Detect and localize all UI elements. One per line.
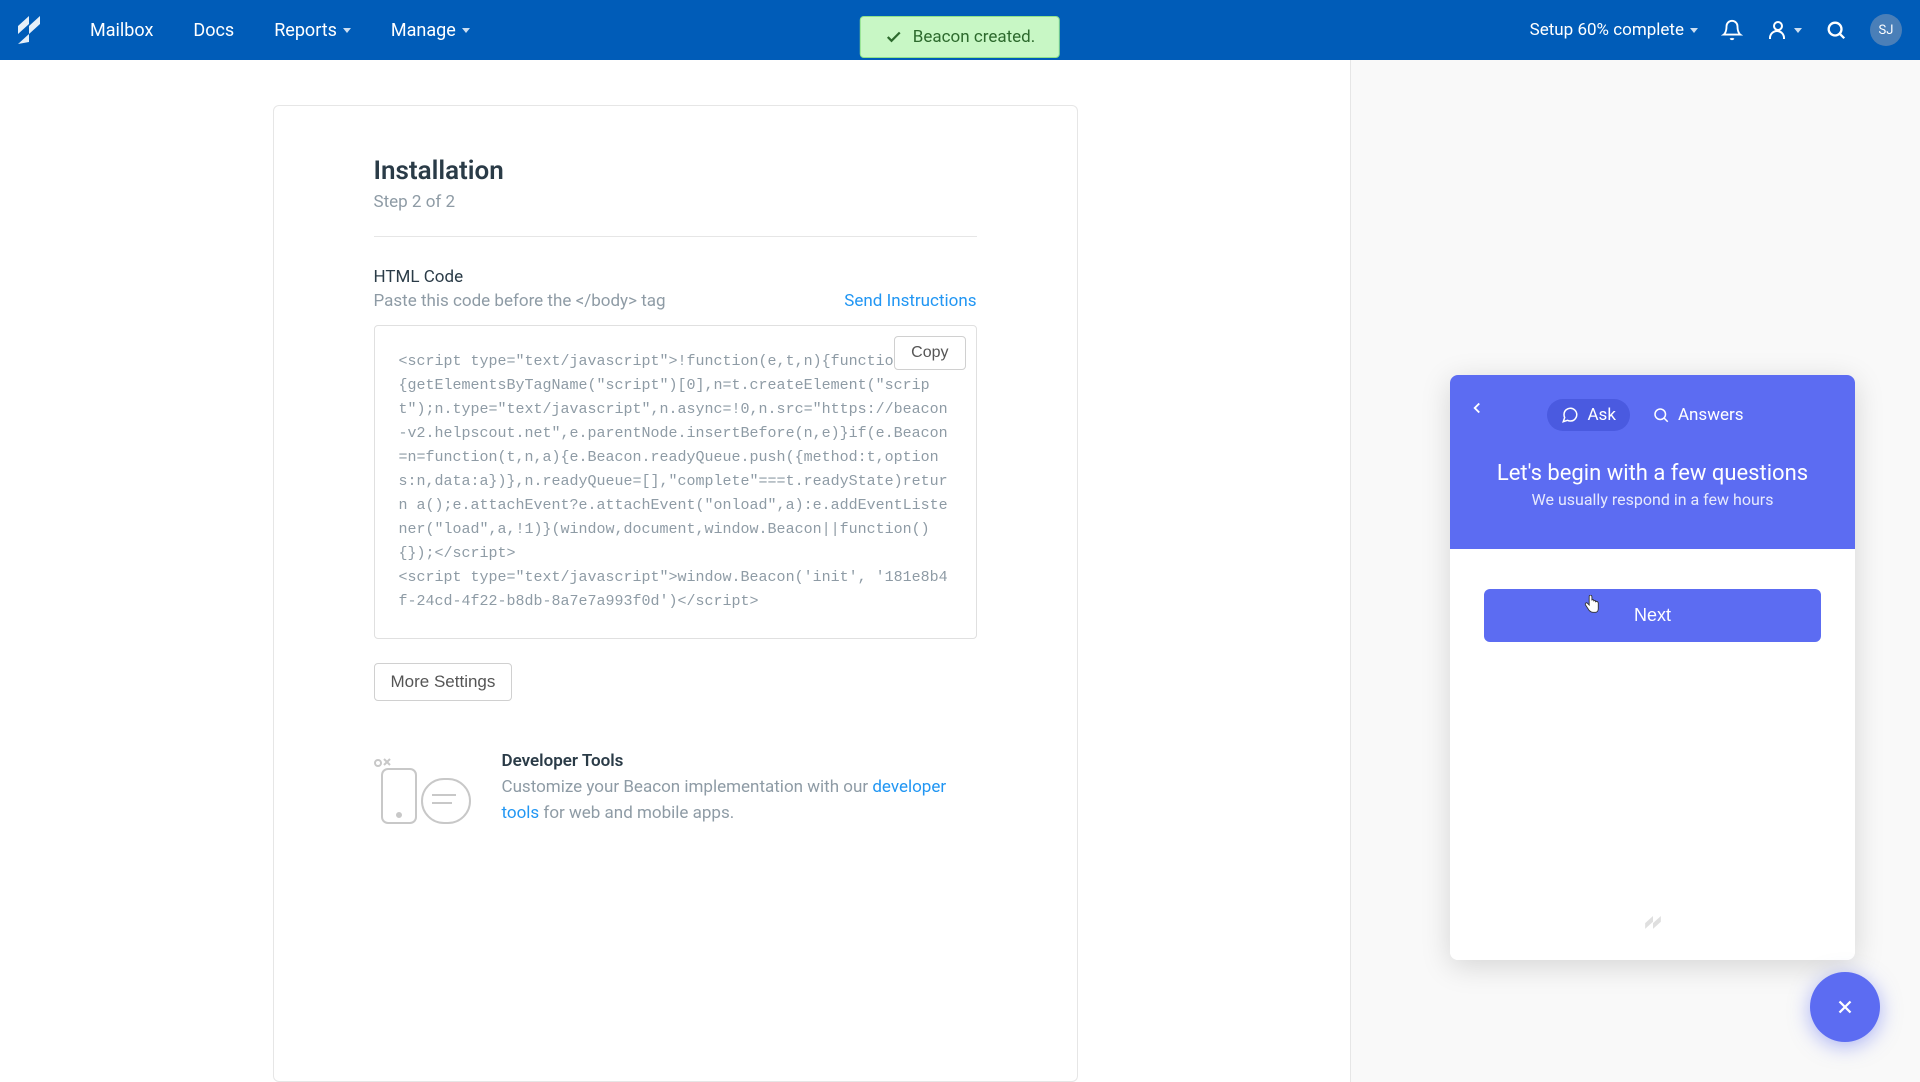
developer-tools-description: Customize your Beacon implementation wit… (502, 775, 977, 826)
beacon-header: Ask Answers Let's begin with a few quest… (1450, 375, 1855, 549)
setup-progress-dropdown[interactable]: Setup 60% complete (1530, 20, 1698, 40)
beacon-tabs: Ask Answers (1470, 399, 1835, 431)
close-icon (1834, 996, 1856, 1018)
developer-tools-title: Developer Tools (502, 751, 977, 771)
code-snippet-box: Copy <script type="text/javascript">!fun… (374, 325, 977, 639)
devices-illustration-icon (374, 751, 474, 831)
page-title: Installation (374, 156, 977, 186)
nav-right: Setup 60% complete SJ (1530, 14, 1902, 46)
nav-label: Reports (274, 20, 337, 41)
html-code-label: HTML Code (374, 267, 666, 287)
nav-manage[interactable]: Manage (371, 20, 490, 41)
beacon-next-button[interactable]: Next (1484, 589, 1821, 642)
search-icon[interactable] (1822, 16, 1850, 44)
chevron-down-icon (462, 28, 470, 33)
developer-tools-text: Developer Tools Customize your Beacon im… (502, 751, 977, 826)
code-section-header: HTML Code Paste this code before the </b… (374, 267, 977, 311)
more-settings-button[interactable]: More Settings (374, 663, 513, 701)
helpscout-watermark-icon (1645, 916, 1661, 940)
beacon-subtitle: We usually respond in a few hours (1470, 490, 1835, 509)
helpscout-logo-icon[interactable] (18, 16, 40, 44)
send-instructions-link[interactable]: Send Instructions (844, 291, 976, 311)
user-avatar[interactable]: SJ (1870, 14, 1902, 46)
nav-label: Docs (193, 20, 234, 41)
cursor-hand-icon (1582, 595, 1600, 615)
beacon-body: Next (1450, 549, 1855, 960)
copy-button[interactable]: Copy (894, 336, 965, 370)
installation-card: Installation Step 2 of 2 HTML Code Paste… (273, 105, 1078, 1082)
code-snippet[interactable]: <script type="text/javascript">!function… (399, 350, 952, 614)
people-dropdown[interactable] (1766, 18, 1802, 42)
nav-docs[interactable]: Docs (173, 20, 254, 41)
main-content: Installation Step 2 of 2 HTML Code Paste… (0, 60, 1920, 1082)
checkmark-icon (885, 28, 903, 46)
nav-mailbox[interactable]: Mailbox (70, 20, 173, 41)
divider (374, 236, 977, 237)
chevron-down-icon (1794, 28, 1802, 33)
toast-message: Beacon created. (913, 27, 1035, 47)
beacon-close-fab[interactable] (1810, 972, 1880, 1042)
step-indicator: Step 2 of 2 (374, 192, 977, 212)
tab-label: Ask (1587, 405, 1615, 425)
right-preview-column: Ask Answers Let's begin with a few quest… (1350, 60, 1920, 1082)
notifications-icon[interactable] (1718, 16, 1746, 44)
avatar-initials: SJ (1879, 23, 1894, 38)
success-toast: Beacon created. (860, 16, 1060, 58)
beacon-title: Let's begin with a few questions (1470, 461, 1835, 486)
beacon-tab-ask[interactable]: Ask (1547, 399, 1629, 431)
paste-instruction: Paste this code before the </body> tag (374, 291, 666, 311)
beacon-widget-preview: Ask Answers Let's begin with a few quest… (1450, 375, 1855, 960)
chat-icon (1561, 406, 1579, 424)
next-label: Next (1634, 605, 1671, 625)
dev-desc-prefix: Customize your Beacon implementation wit… (502, 777, 873, 797)
left-column: Installation Step 2 of 2 HTML Code Paste… (0, 60, 1350, 1082)
nav-label: Mailbox (90, 20, 153, 41)
beacon-back-button[interactable] (1468, 399, 1486, 417)
tab-label: Answers (1678, 405, 1744, 425)
developer-tools-section: Developer Tools Customize your Beacon im… (374, 751, 977, 831)
chevron-down-icon (1690, 28, 1698, 33)
nav-left: Mailbox Docs Reports Manage (18, 16, 490, 44)
chevron-down-icon (343, 28, 351, 33)
nav-label: Manage (391, 20, 456, 41)
search-icon (1652, 406, 1670, 424)
setup-progress-label: Setup 60% complete (1530, 20, 1684, 40)
beacon-tab-answers[interactable]: Answers (1638, 399, 1758, 431)
code-section-labels: HTML Code Paste this code before the </b… (374, 267, 666, 311)
nav-reports[interactable]: Reports (254, 20, 371, 41)
dev-desc-suffix: for web and mobile apps. (539, 803, 734, 823)
